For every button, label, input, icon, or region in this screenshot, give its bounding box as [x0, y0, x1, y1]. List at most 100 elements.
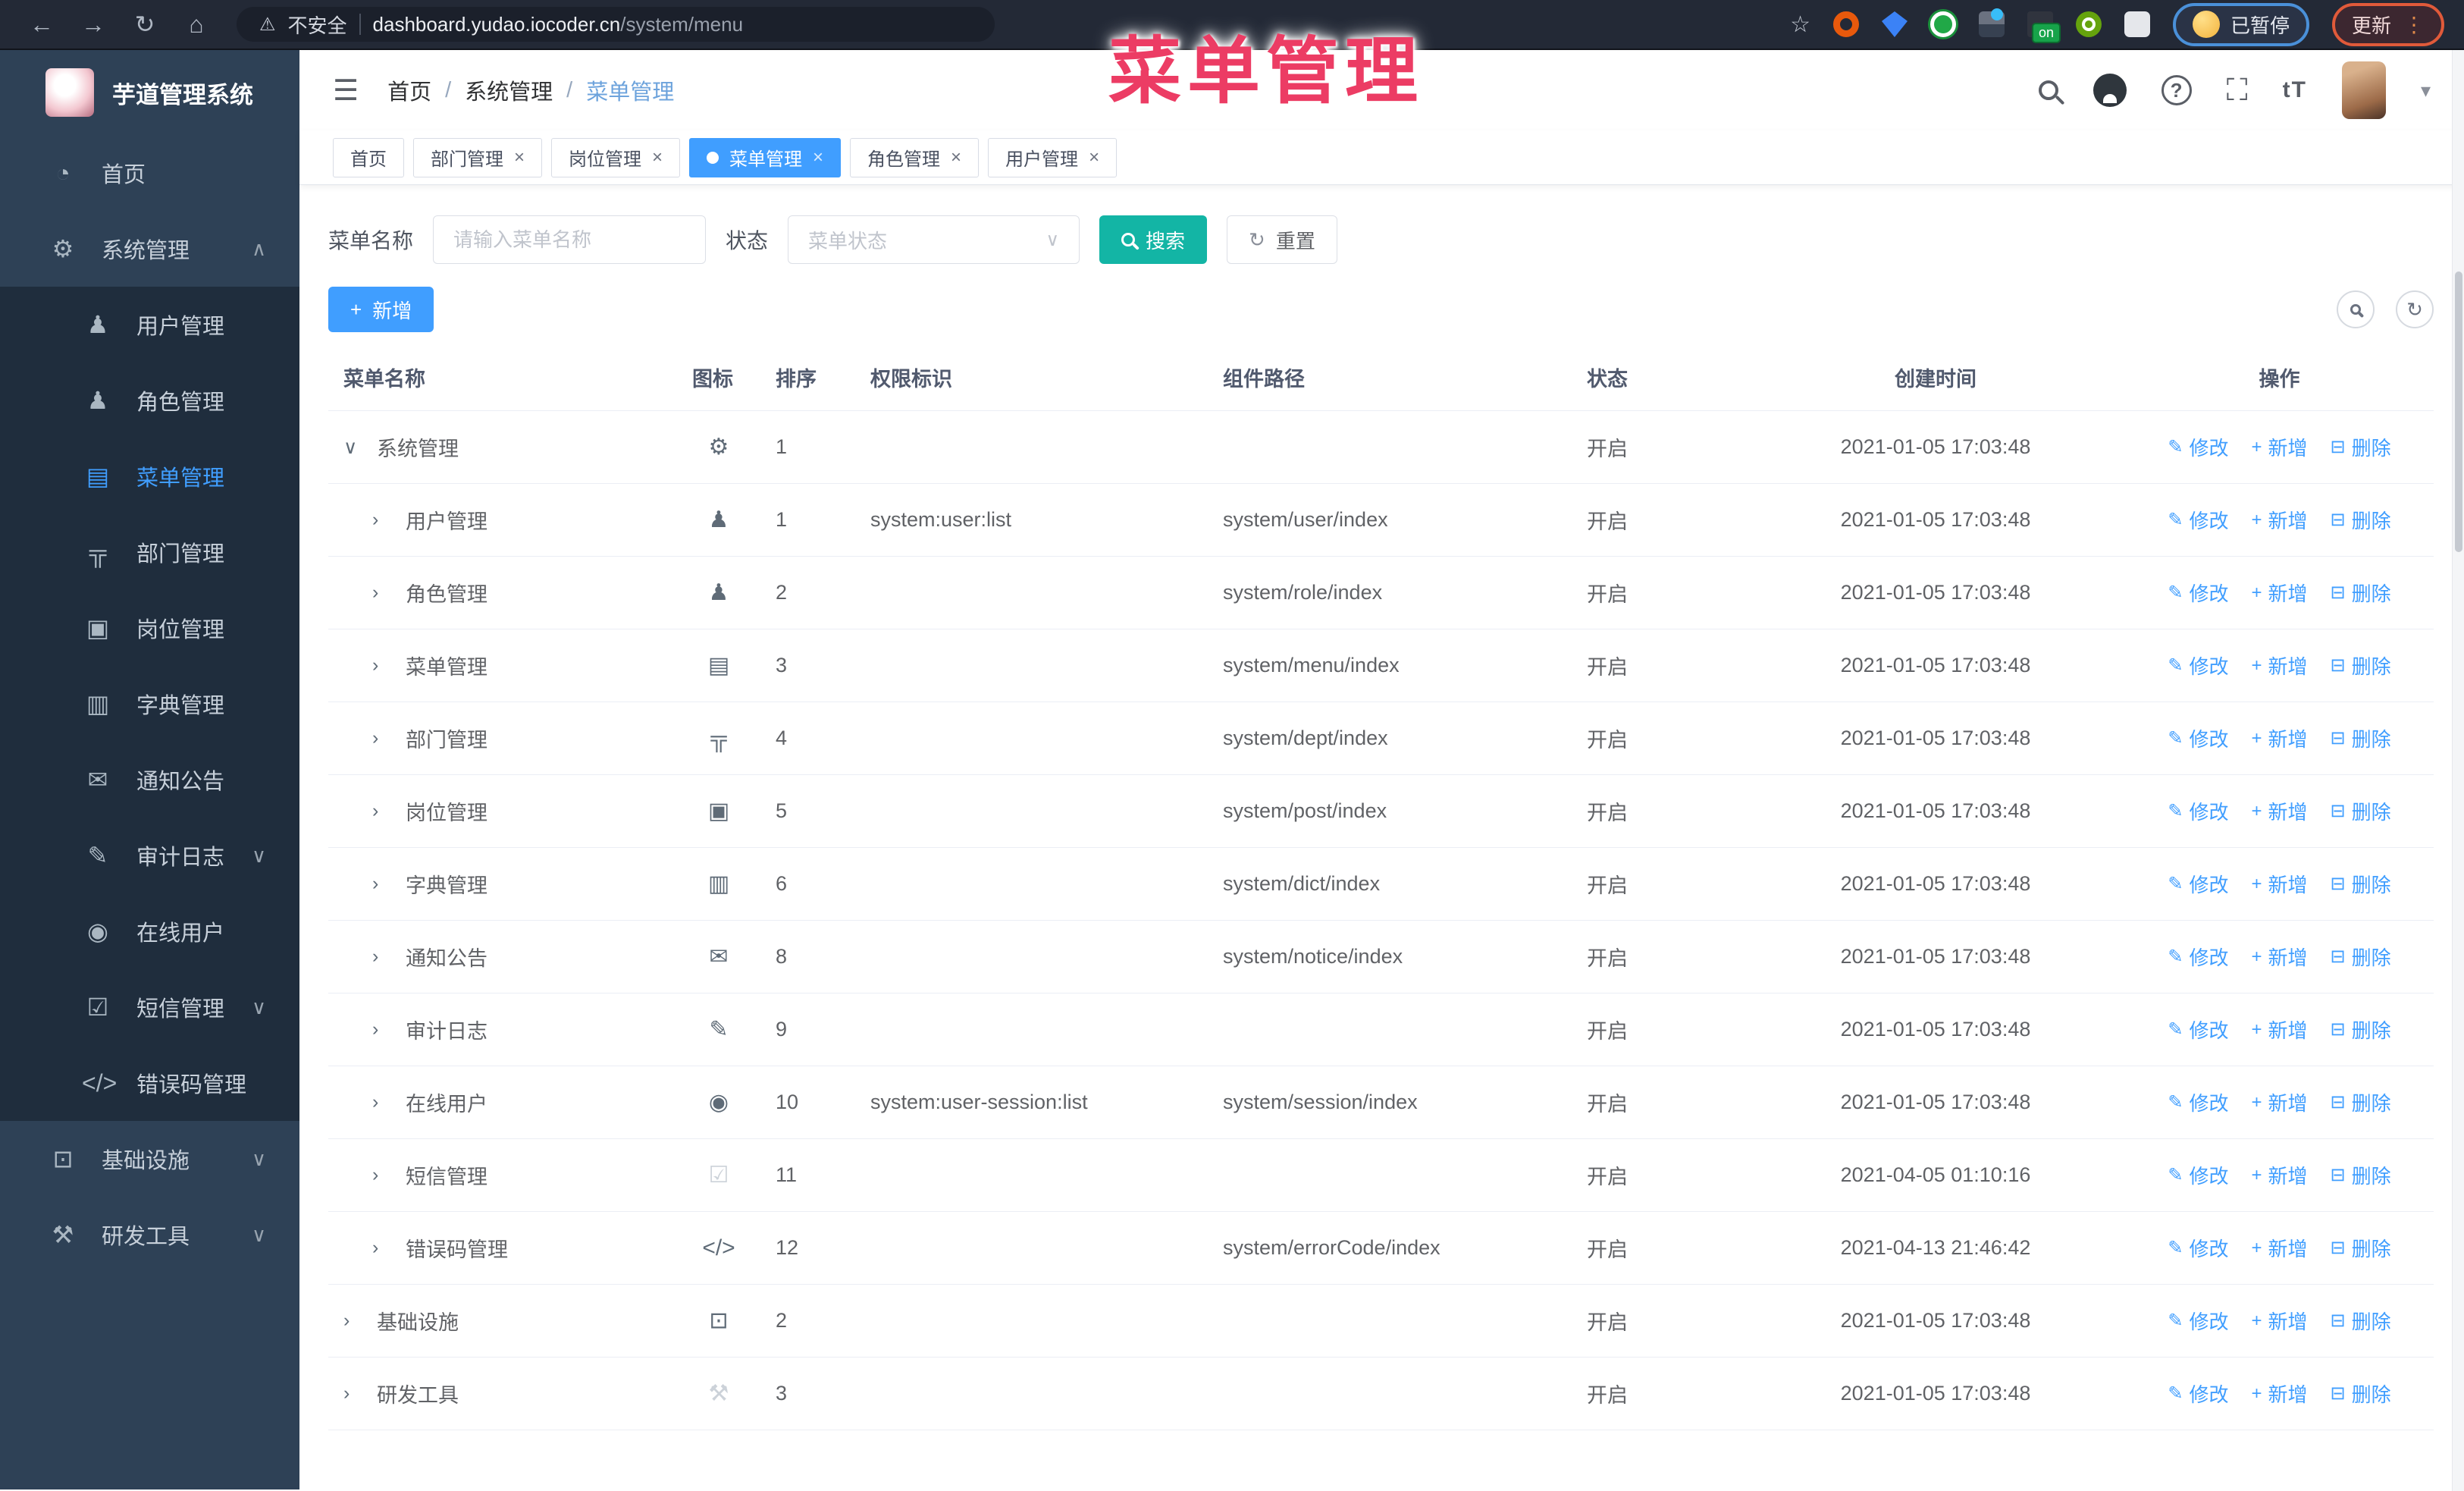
fullscreen-icon[interactable]: ⛶ [2227, 74, 2248, 108]
edit-link[interactable]: ✎ 修改 [2168, 797, 2228, 825]
refresh-button[interactable]: ↻ [2396, 290, 2434, 328]
close-icon[interactable]: × [1089, 147, 1099, 168]
edit-link[interactable]: ✎ 修改 [2168, 1015, 2228, 1044]
delete-link[interactable]: ⊟ 删除 [2331, 506, 2391, 534]
edit-link[interactable]: ✎ 修改 [2168, 1088, 2228, 1116]
extension-gem-icon[interactable] [1881, 11, 1908, 37]
breadcrumb-home[interactable]: 首页 [387, 74, 431, 106]
menu-name-input[interactable] [433, 215, 707, 264]
page-scrollbar[interactable] [2452, 50, 2464, 1491]
delete-link[interactable]: ⊟ 删除 [2331, 870, 2391, 898]
delete-link[interactable]: ⊟ 删除 [2331, 579, 2391, 607]
edit-link[interactable]: ✎ 修改 [2168, 1234, 2228, 1262]
sidebar-item[interactable]: </> 错误码管理 [0, 1045, 299, 1121]
sidebar-item[interactable]: ☑ 短信管理 ∨ [0, 969, 299, 1045]
tab[interactable]: 用户管理 × [988, 137, 1118, 177]
expand-caret-icon[interactable]: › [372, 1164, 392, 1186]
extensions-puzzle-icon[interactable] [2124, 11, 2150, 37]
edit-link[interactable]: ✎ 修改 [2168, 433, 2228, 461]
delete-link[interactable]: ⊟ 删除 [2331, 797, 2391, 825]
sidebar-item[interactable]: ⚒ 研发工具 ∨ [0, 1197, 299, 1273]
edit-link[interactable]: ✎ 修改 [2168, 870, 2228, 898]
close-icon[interactable]: × [514, 147, 525, 168]
tab[interactable]: 岗位管理 × [551, 137, 681, 177]
avatar[interactable] [2341, 61, 2386, 119]
add-link[interactable]: + 新增 [2251, 651, 2307, 680]
add-link[interactable]: + 新增 [2251, 1234, 2307, 1262]
expand-caret-icon[interactable]: › [343, 1310, 363, 1332]
extension-check-icon[interactable] [1930, 11, 1956, 37]
expand-caret-icon[interactable]: › [372, 582, 392, 604]
tab[interactable]: 部门管理 × [413, 137, 543, 177]
search-button[interactable]: 搜索 [1099, 215, 1208, 264]
add-link[interactable]: + 新增 [2251, 433, 2307, 461]
sidebar-item[interactable]: ▤ 菜单管理 [0, 438, 299, 514]
sidebar-item[interactable]: ◉ 在线用户 [0, 893, 299, 969]
sidebar-item[interactable]: ╦ 部门管理 [0, 514, 299, 590]
profile-paused-badge[interactable]: 已暂停 [2172, 2, 2309, 46]
delete-link[interactable]: ⊟ 删除 [2331, 1234, 2391, 1262]
delete-link[interactable]: ⊟ 删除 [2331, 943, 2391, 971]
close-icon[interactable]: × [652, 147, 663, 168]
add-link[interactable]: + 新增 [2251, 579, 2307, 607]
sidebar-item[interactable]: ♟ 角色管理 [0, 363, 299, 438]
add-link[interactable]: + 新增 [2251, 1380, 2307, 1408]
add-button[interactable]: + 新增 [328, 287, 434, 332]
expand-caret-icon[interactable]: › [372, 800, 392, 822]
reload-icon[interactable]: ↻ [123, 10, 167, 39]
tab[interactable]: 菜单管理 × [689, 137, 842, 177]
expand-caret-icon[interactable]: › [372, 1019, 392, 1041]
delete-link[interactable]: ⊟ 删除 [2331, 433, 2391, 461]
hamburger-icon[interactable]: ☰ [333, 74, 359, 108]
sidebar-item[interactable]: ✎ 审计日志 ∨ [0, 818, 299, 893]
sidebar-item[interactable]: ⊡ 基础设施 ∨ [0, 1121, 299, 1197]
delete-link[interactable]: ⊟ 删除 [2331, 1088, 2391, 1116]
edit-link[interactable]: ✎ 修改 [2168, 1380, 2228, 1408]
delete-link[interactable]: ⊟ 删除 [2331, 1161, 2391, 1189]
add-link[interactable]: + 新增 [2251, 506, 2307, 534]
edit-link[interactable]: ✎ 修改 [2168, 651, 2228, 680]
github-icon[interactable] [2093, 74, 2127, 107]
sidebar-item[interactable]: ✉ 通知公告 [0, 742, 299, 818]
edit-link[interactable]: ✎ 修改 [2168, 506, 2228, 534]
help-icon[interactable]: ? [2161, 75, 2192, 105]
edit-link[interactable]: ✎ 修改 [2168, 724, 2228, 752]
add-link[interactable]: + 新增 [2251, 1088, 2307, 1116]
expand-caret-icon[interactable]: › [372, 873, 392, 895]
add-link[interactable]: + 新增 [2251, 1015, 2307, 1044]
add-link[interactable]: + 新增 [2251, 943, 2307, 971]
extension-orange-icon[interactable] [1832, 11, 1859, 37]
tab[interactable]: 首页 × [333, 137, 404, 177]
close-icon[interactable]: × [813, 147, 823, 168]
expand-caret-icon[interactable]: › [372, 654, 392, 676]
forward-icon[interactable]: → [71, 11, 115, 39]
edit-link[interactable]: ✎ 修改 [2168, 1161, 2228, 1189]
expand-caret-icon[interactable]: › [372, 946, 392, 968]
sidebar-item[interactable]: ♟ 用户管理 [0, 287, 299, 363]
expand-caret-icon[interactable]: › [372, 1091, 392, 1113]
expand-caret-icon[interactable]: › [372, 727, 392, 749]
delete-link[interactable]: ⊟ 删除 [2331, 1380, 2391, 1408]
close-icon[interactable]: × [951, 147, 961, 168]
add-link[interactable]: + 新增 [2251, 870, 2307, 898]
delete-link[interactable]: ⊟ 删除 [2331, 1015, 2391, 1044]
avatar-caret-icon[interactable]: ▾ [2421, 79, 2431, 102]
sidebar-item[interactable]: ◔ 首页 [0, 135, 299, 211]
status-select[interactable]: 菜单状态 ∨ [788, 215, 1080, 264]
sidebar-item[interactable]: ▣ 岗位管理 [0, 590, 299, 666]
breadcrumb-parent[interactable]: 系统管理 [465, 74, 553, 106]
edit-link[interactable]: ✎ 修改 [2168, 579, 2228, 607]
delete-link[interactable]: ⊟ 删除 [2331, 724, 2391, 752]
font-size-icon[interactable]: tT [2283, 77, 2307, 103]
add-link[interactable]: + 新增 [2251, 724, 2307, 752]
sidebar-item[interactable]: ▥ 字典管理 [0, 666, 299, 742]
add-link[interactable]: + 新增 [2251, 1307, 2307, 1335]
tab[interactable]: 角色管理 × [850, 137, 980, 177]
edit-link[interactable]: ✎ 修改 [2168, 943, 2228, 971]
home-icon[interactable]: ⌂ [174, 11, 218, 39]
expand-caret-icon[interactable]: › [372, 509, 392, 531]
delete-link[interactable]: ⊟ 删除 [2331, 651, 2391, 680]
edit-link[interactable]: ✎ 修改 [2168, 1307, 2228, 1335]
kebab-menu-icon[interactable]: ⋮ [2403, 12, 2425, 37]
expand-caret-icon[interactable]: › [372, 1237, 392, 1259]
